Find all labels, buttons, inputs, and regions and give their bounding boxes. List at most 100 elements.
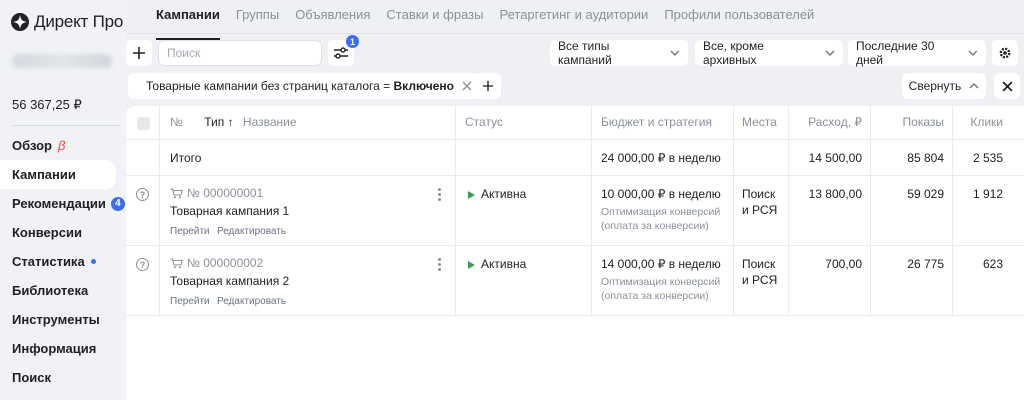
sidebar-item-tools[interactable]: Инструменты xyxy=(0,305,126,334)
sidebar-item-campaigns[interactable]: Кампании xyxy=(0,160,116,189)
budget-value[interactable]: 10 000,00 ₽ в неделю xyxy=(601,187,733,201)
campaign-type-select[interactable]: Все типы кампаний xyxy=(550,39,688,67)
places-column-header[interactable]: Места xyxy=(734,106,789,139)
campaign-number: № 000000002 xyxy=(187,256,264,270)
campaign-name[interactable]: Товарная кампания 2 xyxy=(170,274,455,288)
filter-chip-text: Товарные кампании без страниц каталога = xyxy=(146,79,394,93)
campaign-number-line: № 000000002 xyxy=(170,256,455,270)
chevron-down-icon xyxy=(968,50,978,56)
logo[interactable]: Директ Про xyxy=(10,12,123,32)
clicks-value: 1 912 xyxy=(972,187,1003,201)
total-row: Итого 24 000,00 ₽ в неделю 14 500,00 85 … xyxy=(126,140,1024,176)
add-campaign-button[interactable] xyxy=(126,40,152,66)
number-column-header[interactable]: № xyxy=(170,115,183,129)
select-all-checkbox[interactable] xyxy=(137,117,150,130)
places-line-1: Поиск xyxy=(742,187,776,201)
tab-ads[interactable]: Объявления xyxy=(295,7,370,29)
tabs-divider xyxy=(126,33,1024,34)
collapse-filters-button[interactable]: Свернуть xyxy=(902,73,986,99)
sidebar-item-label: Инструменты xyxy=(12,312,100,327)
period-select[interactable]: Последние 30 дней xyxy=(848,39,986,67)
tab-groups[interactable]: Группы xyxy=(236,7,279,29)
total-clicks: 2 535 xyxy=(972,151,1003,165)
clicks-column-header[interactable]: Клики xyxy=(953,106,1011,139)
campaign-name[interactable]: Товарная кампания 1 xyxy=(170,204,455,218)
strategy-line-2: (оплата за конверсии) xyxy=(601,220,709,232)
impressions-value: 26 775 xyxy=(871,246,953,315)
chevron-down-icon xyxy=(670,50,680,56)
tab-bids-phrases[interactable]: Ставки и фразы xyxy=(386,7,483,29)
expense-column-header[interactable]: Расход, ₽ xyxy=(789,106,871,139)
account-balance: 56 367,25 ₽ xyxy=(12,97,82,112)
type-column-header[interactable]: Тип ↑ xyxy=(204,115,233,129)
places-cell: Поиск и РСЯ xyxy=(734,176,789,245)
total-budget: 24 000,00 ₽ в неделю xyxy=(592,140,734,175)
close-filters-button[interactable] xyxy=(994,73,1020,99)
total-impressions: 85 804 xyxy=(871,140,953,175)
shopping-cart-icon xyxy=(170,187,183,198)
play-icon xyxy=(468,190,475,199)
add-filter-button[interactable] xyxy=(475,73,501,99)
total-status-cell xyxy=(456,140,592,175)
campaign-name-cell: № 000000001 Товарная кампания 1 Перейти … xyxy=(160,176,456,245)
close-icon xyxy=(1001,80,1013,92)
sidebar-item-search[interactable]: Поиск xyxy=(0,363,126,392)
budget-column-header[interactable]: Бюджет и стратегия xyxy=(592,106,734,139)
sidebar-divider xyxy=(12,125,120,126)
sidebar-item-recommendations[interactable]: Рекомендации 4 xyxy=(0,189,126,218)
status-column-header[interactable]: Статус xyxy=(456,106,592,139)
campaign-number: № 000000001 xyxy=(187,186,264,200)
status-text[interactable]: Активна xyxy=(481,257,526,271)
sidebar-item-label: Рекомендации xyxy=(12,196,106,211)
table-row[interactable]: ? № 000000002 Товарная кампания 2 Перейт… xyxy=(126,246,1024,316)
new-indicator-dot xyxy=(90,259,96,264)
filters-button[interactable]: 1 xyxy=(328,35,359,66)
more-actions-icon[interactable] xyxy=(437,258,441,271)
help-icon[interactable]: ? xyxy=(136,188,149,201)
plus-icon xyxy=(133,47,145,59)
sidebar-item-library[interactable]: Библиотека xyxy=(0,276,126,305)
archive-filter-select[interactable]: Все, кроме архивных xyxy=(695,39,843,67)
logo-text: Директ Про xyxy=(34,12,124,31)
places-cell: Поиск и РСЯ xyxy=(734,246,789,315)
edit-link[interactable]: Редактировать xyxy=(217,226,286,237)
table-row[interactable]: ? № 000000001 Товарная кампания 1 Перейт… xyxy=(126,176,1024,246)
edit-link[interactable]: Редактировать xyxy=(217,296,286,307)
tab-campaigns[interactable]: Кампании xyxy=(156,7,220,40)
sidebar-item-information[interactable]: Информация xyxy=(0,334,126,363)
clicks-value: 623 xyxy=(982,257,1003,271)
search-input[interactable] xyxy=(158,40,322,66)
sidebar-item-conversions[interactable]: Конверсии xyxy=(0,218,126,247)
filter-chip[interactable]: Товарные кампании без страниц каталога =… xyxy=(128,73,480,99)
budget-value[interactable]: 14 000,00 ₽ в неделю xyxy=(601,257,733,271)
name-column-header[interactable]: Название xyxy=(243,115,297,129)
campaign-actions: Перейти Редактировать xyxy=(170,223,455,237)
remove-filter-icon[interactable] xyxy=(462,81,472,91)
status-cell: Активна xyxy=(456,246,592,315)
sort-ascending-icon: ↑ xyxy=(227,115,234,129)
tab-retargeting[interactable]: Ретаргетинг и аудитории xyxy=(499,7,648,29)
more-actions-icon[interactable] xyxy=(437,188,441,201)
settings-button[interactable] xyxy=(992,40,1018,66)
chevron-up-icon xyxy=(969,83,979,89)
status-cell: Активна xyxy=(456,176,592,245)
impressions-value: 59 029 xyxy=(871,176,953,245)
total-places-cell xyxy=(734,140,789,175)
sidebar-item-statistics[interactable]: Статистика xyxy=(0,247,126,276)
expense-value: 700,00 xyxy=(789,246,871,315)
help-icon[interactable]: ? xyxy=(136,258,149,271)
budget-cell: 14 000,00 ₽ в неделю Оптимизация конверс… xyxy=(592,246,734,315)
go-link[interactable]: Перейти xyxy=(170,296,210,307)
sidebar-item-label: Поиск xyxy=(12,370,52,385)
account-name-blurred[interactable] xyxy=(12,54,112,68)
plus-icon xyxy=(482,80,494,92)
status-text[interactable]: Активна xyxy=(481,187,526,201)
campaign-name-cell: № 000000002 Товарная кампания 2 Перейти … xyxy=(160,246,456,315)
sidebar-item-label: Обзор xyxy=(12,138,52,153)
filter-chip-label: Товарные кампании без страниц каталога =… xyxy=(146,79,454,93)
sidebar-item-overview[interactable]: Обзор β xyxy=(0,131,126,160)
tab-user-profiles[interactable]: Профили пользователей xyxy=(664,7,814,29)
toolbar: 1 Все типы кампаний Все, кроме архивных … xyxy=(126,35,1024,67)
go-link[interactable]: Перейти xyxy=(170,226,210,237)
impressions-column-header[interactable]: Показы xyxy=(871,106,953,139)
